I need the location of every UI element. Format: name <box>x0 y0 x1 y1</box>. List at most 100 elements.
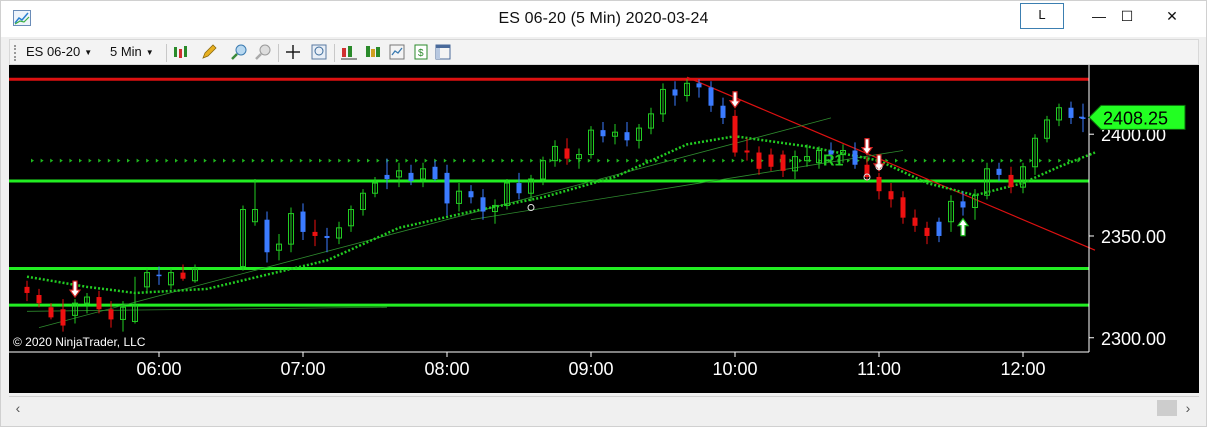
dotted-level-marker <box>991 158 994 163</box>
toolbar-separator <box>278 44 279 62</box>
chart-templates-icon[interactable] <box>388 43 406 61</box>
scrollbar-thumb[interactable] <box>1157 400 1177 416</box>
candle-body <box>780 154 786 171</box>
zoom-out-icon[interactable] <box>254 43 272 61</box>
scroll-right-arrow-icon[interactable]: › <box>1179 399 1197 417</box>
price-axis-label: 2350.00 <box>1101 227 1166 247</box>
time-axis-label: 10:00 <box>712 359 757 379</box>
dotted-level-marker <box>703 158 706 163</box>
order-ticket-icon[interactable]: $ <box>412 43 430 61</box>
toolbar-grip[interactable] <box>14 45 17 61</box>
candle-body <box>408 172 414 182</box>
dotted-level-marker <box>1029 158 1033 163</box>
dotted-level-marker <box>568 158 572 163</box>
candle-body <box>1008 174 1014 188</box>
dotted-level-marker <box>405 158 409 163</box>
candle-body <box>960 201 966 208</box>
dotted-level-marker <box>69 158 73 163</box>
dotted-level-marker <box>59 158 63 163</box>
instrument-selector[interactable]: ES 06-20 ▼ <box>26 42 92 62</box>
dotted-level-marker <box>895 158 898 163</box>
current-price-label: 2408.25 <box>1103 108 1168 128</box>
interval-selector[interactable]: 5 Min ▼ <box>110 42 154 62</box>
sell-arrow-icon <box>728 91 742 109</box>
candle-body <box>444 172 450 204</box>
dotted-level-marker <box>117 158 121 163</box>
candle-body <box>600 130 606 137</box>
dotted-level-marker <box>683 158 687 163</box>
dotted-level-marker <box>1058 158 1062 163</box>
dotted-level-marker <box>299 158 303 163</box>
dotted-level-marker <box>741 158 745 163</box>
trend-line <box>26 306 388 312</box>
svg-text:$: $ <box>418 48 424 59</box>
zoom-in-icon[interactable] <box>230 43 248 61</box>
time-axis-label: 11:00 <box>857 359 901 379</box>
candle-body <box>516 183 522 194</box>
dotted-level-marker <box>280 158 284 163</box>
candle-body <box>60 309 66 326</box>
candle-body <box>432 166 438 179</box>
dotted-level-marker <box>251 158 255 163</box>
chart-panel[interactable]: R1 2300.00 2350.00 2400.00 2408.25 06:00 07:00… <box>9 65 1199 393</box>
horizontal-scrollbar[interactable]: ‹ › <box>9 396 1199 418</box>
close-button[interactable]: ✕ <box>1154 1 1190 31</box>
dotted-level-marker <box>338 158 342 163</box>
swing-marker <box>527 203 535 211</box>
dotted-level-marker <box>271 158 274 163</box>
dotted-level-marker <box>357 158 361 163</box>
maximize-button[interactable]: ☐ <box>1109 1 1145 31</box>
dotted-level-marker <box>127 158 130 163</box>
dotted-level-marker <box>223 158 226 163</box>
crosshair-icon[interactable] <box>284 43 302 61</box>
strategies-icon[interactable] <box>364 43 382 61</box>
candle-body <box>564 148 570 159</box>
time-axis-label: 08:00 <box>424 359 469 379</box>
dotted-level-marker <box>261 158 265 163</box>
indicators-icon[interactable] <box>340 43 358 61</box>
dotted-level-marker <box>1010 158 1014 163</box>
dotted-level-marker <box>184 158 188 163</box>
dotted-level-marker <box>482 158 486 163</box>
dotted-level-marker <box>194 158 198 163</box>
properties-icon[interactable] <box>434 43 452 61</box>
buy-arrow-icon <box>956 217 970 237</box>
data-box-icon[interactable] <box>310 43 328 61</box>
dotted-level-marker <box>971 158 975 163</box>
bars-type-icon[interactable] <box>172 43 190 61</box>
dotted-level-marker <box>367 158 370 163</box>
candle-body <box>36 295 42 304</box>
toolbar-separator <box>334 44 335 62</box>
dotted-level-marker <box>424 158 428 163</box>
candle-body <box>900 197 906 218</box>
dotted-level-marker <box>952 158 956 163</box>
price-chart[interactable]: R12300.002350.002400.002408.2506:00 07:00… <box>9 65 1199 393</box>
dotted-level-marker <box>453 158 457 163</box>
dotted-level-marker <box>203 158 207 163</box>
dotted-level-marker <box>914 158 918 163</box>
title-bar[interactable]: ES 06-20 (5 Min) 2020-03-24 L — ☐ ✕ <box>1 1 1206 37</box>
candle-body <box>720 105 726 118</box>
candle-body <box>732 115 738 153</box>
instrument-label: ES 06-20 <box>26 44 81 59</box>
link-button[interactable]: L <box>1020 3 1064 29</box>
dotted-level-marker <box>1048 158 1052 163</box>
candle-body <box>756 152 762 169</box>
candle-body <box>876 176 882 192</box>
dotted-level-marker <box>443 158 447 163</box>
dotted-level-marker <box>693 158 697 163</box>
candle-body <box>108 309 114 320</box>
dotted-level-marker <box>501 158 505 163</box>
candle-body <box>708 87 714 106</box>
drawing-pencil-icon[interactable] <box>200 43 218 61</box>
scroll-left-arrow-icon[interactable]: ‹ <box>9 399 27 417</box>
dotted-level-marker <box>79 158 82 163</box>
dotted-level-marker <box>175 158 178 163</box>
candle-body <box>156 274 162 277</box>
dotted-level-marker <box>290 158 294 163</box>
dotted-level-marker <box>943 158 946 163</box>
dotted-level-marker <box>789 158 793 163</box>
candle-body <box>480 197 486 212</box>
dotted-level-marker <box>232 158 236 163</box>
dotted-level-marker <box>1019 158 1023 163</box>
